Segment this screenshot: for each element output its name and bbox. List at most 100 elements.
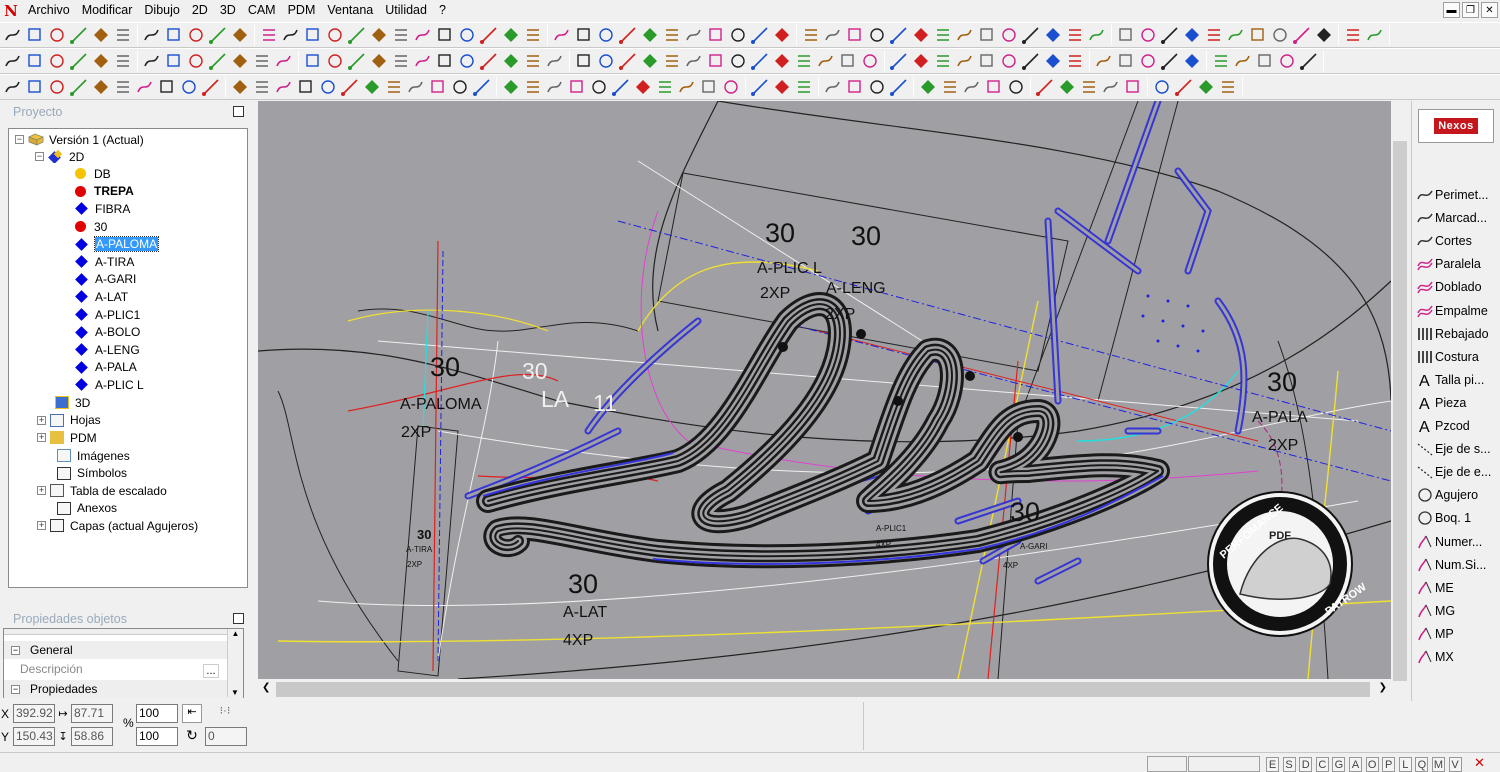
edit-tool-icon[interactable] bbox=[544, 50, 566, 72]
canvas-label[interactable]: 11 bbox=[593, 390, 617, 416]
main-tool-icon[interactable] bbox=[112, 24, 134, 46]
main-tool-icon[interactable] bbox=[302, 24, 324, 46]
canvas-horizontal-scrollbar[interactable]: ❮ ❯ bbox=[258, 680, 1391, 699]
rotate-icon[interactable]: ↻ bbox=[182, 727, 202, 746]
edit-tool-icon[interactable] bbox=[888, 50, 910, 72]
draw-tool-icon[interactable] bbox=[361, 76, 383, 98]
tree-2d-group[interactable]: − 2D bbox=[35, 148, 84, 166]
main-tool-icon[interactable] bbox=[90, 24, 112, 46]
menu-2d[interactable]: 2D bbox=[186, 0, 214, 21]
main-tool-icon[interactable] bbox=[844, 24, 866, 46]
canvas-label[interactable]: A-LENG bbox=[826, 280, 886, 297]
palette-tool-5[interactable]: Empalme bbox=[1416, 300, 1488, 322]
snap-key-button[interactable]: S bbox=[1282, 757, 1296, 772]
draw-tool-icon[interactable] bbox=[866, 76, 888, 98]
main-tool-icon[interactable] bbox=[1203, 24, 1225, 46]
canvas-label[interactable]: 30 bbox=[1010, 497, 1040, 527]
main-tool-icon[interactable] bbox=[1159, 24, 1181, 46]
vscroll-thumb[interactable] bbox=[1393, 141, 1407, 681]
draw-tool-icon[interactable] bbox=[46, 76, 68, 98]
edit-tool-icon[interactable] bbox=[932, 50, 954, 72]
distribute-icon[interactable]: ⁝·⁝ bbox=[214, 704, 236, 723]
edit-tool-icon[interactable] bbox=[163, 50, 185, 72]
draw-tool-icon[interactable] bbox=[939, 76, 961, 98]
main-tool-icon[interactable] bbox=[976, 24, 998, 46]
draw-tool-icon[interactable] bbox=[544, 76, 566, 98]
draw-tool-icon[interactable] bbox=[178, 76, 200, 98]
edit-tool-icon[interactable] bbox=[1137, 50, 1159, 72]
tree-layer-item[interactable]: A-PALOMA bbox=[75, 235, 160, 253]
canvas-label[interactable]: A-LAT bbox=[563, 604, 607, 621]
tree-layer-item[interactable]: A-BOLO bbox=[75, 323, 140, 341]
canvas-label[interactable]: A-PLIC L bbox=[757, 260, 822, 277]
draw-tool-icon[interactable] bbox=[1173, 76, 1195, 98]
draw-tool-icon[interactable] bbox=[112, 76, 134, 98]
main-tool-icon[interactable] bbox=[932, 24, 954, 46]
draw-tool-icon[interactable] bbox=[1005, 76, 1027, 98]
menu-modificar[interactable]: Modificar bbox=[76, 0, 139, 21]
edit-tool-icon[interactable] bbox=[24, 50, 46, 72]
draw-tool-icon[interactable] bbox=[771, 76, 793, 98]
tree-node-item[interactable]: + Tabla de escalado bbox=[37, 482, 167, 500]
canvas-label[interactable]: LA bbox=[541, 386, 570, 412]
main-tool-icon[interactable] bbox=[998, 24, 1020, 46]
edit-tool-icon[interactable] bbox=[1276, 50, 1298, 72]
scale-y-field[interactable]: 100 bbox=[136, 727, 178, 746]
main-tool-icon[interactable] bbox=[1181, 24, 1203, 46]
main-tool-icon[interactable] bbox=[68, 24, 90, 46]
main-tool-icon[interactable] bbox=[661, 24, 683, 46]
palette-tool-2[interactable]: Cortes bbox=[1416, 230, 1472, 252]
tree-root[interactable]: − Versión 1 (Actual) bbox=[15, 131, 144, 149]
main-tool-icon[interactable] bbox=[888, 24, 910, 46]
main-tool-icon[interactable] bbox=[749, 24, 771, 46]
menu-3d[interactable]: 3D bbox=[214, 0, 242, 21]
collapse-icon[interactable]: − bbox=[15, 135, 24, 145]
draw-tool-icon[interactable] bbox=[427, 76, 449, 98]
edit-tool-icon[interactable] bbox=[1093, 50, 1115, 72]
minimize-icon[interactable]: ▬ bbox=[1443, 2, 1460, 18]
restore-icon[interactable]: ❐ bbox=[1462, 2, 1479, 18]
draw-tool-icon[interactable] bbox=[229, 76, 251, 98]
canvas-label[interactable]: A-PALA bbox=[1252, 409, 1308, 426]
canvas-label[interactable]: A-TIRA bbox=[406, 545, 433, 554]
canvas-label[interactable]: A-GARI bbox=[1020, 542, 1048, 551]
collapse-icon[interactable]: − bbox=[11, 645, 20, 655]
snap-key-button[interactable]: O bbox=[1365, 757, 1379, 772]
edit-tool-icon[interactable] bbox=[46, 50, 68, 72]
canvas-label[interactable]: 30 bbox=[765, 218, 795, 248]
edit-tool-icon[interactable] bbox=[185, 50, 207, 72]
edit-tool-icon[interactable] bbox=[1254, 50, 1276, 72]
edit-tool-icon[interactable] bbox=[837, 50, 859, 72]
edit-tool-icon[interactable] bbox=[954, 50, 976, 72]
canvas-label[interactable]: 30 bbox=[417, 527, 431, 542]
props-description-row[interactable]: Descripción ... bbox=[4, 660, 243, 678]
edit-tool-icon[interactable] bbox=[617, 50, 639, 72]
draw-tool-icon[interactable] bbox=[449, 76, 471, 98]
draw-tool-icon[interactable] bbox=[1151, 76, 1173, 98]
main-tool-icon[interactable] bbox=[1020, 24, 1042, 46]
draw-tool-icon[interactable] bbox=[822, 76, 844, 98]
expand-icon[interactable]: + bbox=[37, 486, 46, 496]
edit-tool-icon[interactable] bbox=[683, 50, 705, 72]
draw-tool-icon[interactable] bbox=[1217, 76, 1239, 98]
draw-tool-icon[interactable] bbox=[983, 76, 1005, 98]
drawing-canvas[interactable]: 30 30 A-PLIC L 2XP A-LENG 2XP 30 A-PALOMA 2XP 30 L… bbox=[258, 101, 1391, 679]
palette-tool-13[interactable]: Agujero bbox=[1416, 484, 1478, 506]
main-tool-icon[interactable] bbox=[324, 24, 346, 46]
canvas-label[interactable]: A-PALOMA bbox=[400, 396, 482, 413]
edit-tool-icon[interactable] bbox=[324, 50, 346, 72]
palette-tool-6[interactable]: Rebajado bbox=[1416, 323, 1489, 345]
tree-layer-item[interactable]: A-GARI bbox=[75, 271, 136, 289]
canvas-label[interactable]: 30 bbox=[568, 569, 598, 599]
palette-tool-20[interactable]: MX bbox=[1416, 646, 1454, 668]
draw-tool-icon[interactable] bbox=[844, 76, 866, 98]
expand-icon[interactable]: + bbox=[37, 433, 46, 443]
rotation-field[interactable]: 0 bbox=[205, 727, 247, 746]
palette-tool-17[interactable]: ME bbox=[1416, 577, 1454, 599]
edit-tool-icon[interactable] bbox=[522, 50, 544, 72]
snap-key-button[interactable]: Q bbox=[1415, 757, 1429, 772]
snap-key-button[interactable]: V bbox=[1448, 757, 1462, 772]
tree-node-item[interactable]: Anexos bbox=[57, 500, 117, 518]
edit-tool-icon[interactable] bbox=[705, 50, 727, 72]
canvas-label[interactable]: 30 bbox=[851, 221, 881, 251]
